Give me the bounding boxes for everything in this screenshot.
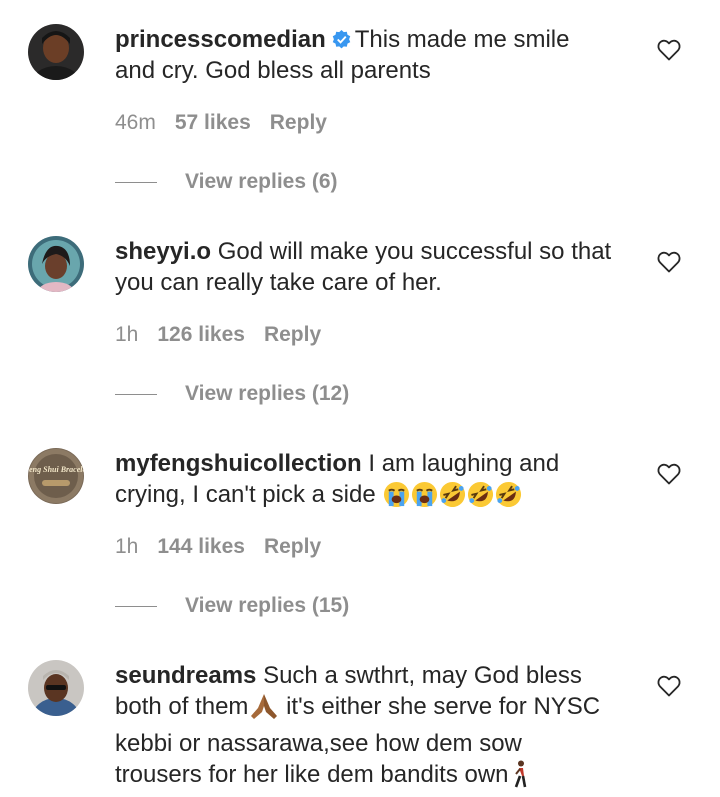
loudly-crying-face-icon [383, 481, 410, 516]
avatar[interactable] [28, 236, 84, 292]
view-replies-button[interactable]: View replies (15) [115, 594, 349, 618]
avatar[interactable]: Feng Shui Bracelet [28, 448, 84, 504]
comment-time: 1h [115, 535, 139, 558]
comment-body: seundreams Such a swthrt, may God bless … [115, 660, 615, 796]
comment-meta: 46m 57 likes Reply [115, 111, 346, 135]
view-replies-button[interactable]: View replies (12) [115, 382, 349, 406]
loudly-crying-face-icon [411, 481, 438, 516]
view-replies-label: View replies (6) [185, 170, 338, 193]
view-replies-button[interactable]: View replies (6) [115, 170, 338, 194]
likes-count[interactable]: 144 likes [157, 535, 245, 558]
username[interactable]: myfengshuicollection [115, 450, 362, 477]
reply-button[interactable]: Reply [270, 111, 327, 134]
heart-icon[interactable] [657, 463, 681, 485]
heart-icon[interactable] [657, 251, 681, 273]
rolling-on-floor-laughing-icon [439, 481, 466, 516]
avatar[interactable] [28, 660, 84, 716]
view-replies-label: View replies (12) [185, 382, 350, 405]
comment-body: myfengshuicollection I am laughing and c… [115, 448, 615, 516]
reply-button[interactable]: Reply [264, 323, 321, 346]
likes-count[interactable]: 126 likes [157, 323, 245, 346]
username[interactable]: seundreams [115, 662, 256, 689]
comment-meta: 1h 144 likes Reply [115, 535, 340, 559]
comment-time: 46m [115, 111, 156, 134]
heart-icon[interactable] [657, 39, 681, 61]
heart-icon[interactable] [657, 675, 681, 697]
divider-line [115, 605, 157, 607]
avatar[interactable] [28, 24, 84, 80]
divider-line [115, 393, 157, 395]
comment-body: princesscomedian This made me smile and c… [115, 24, 615, 86]
likes-count[interactable]: 57 likes [175, 111, 251, 134]
verified-badge-icon [332, 30, 350, 49]
rolling-on-floor-laughing-icon [467, 481, 494, 516]
comment-meta: 1h 126 likes Reply [115, 323, 340, 347]
view-replies-label: View replies (15) [185, 594, 350, 617]
person-walking-icon [510, 760, 530, 796]
folded-hands-icon [249, 692, 279, 728]
reply-button[interactable]: Reply [264, 535, 321, 558]
divider-line [115, 181, 157, 183]
username[interactable]: princesscomedian [115, 26, 326, 53]
comment-body: sheyyi.o God will make you successful so… [115, 236, 615, 298]
rolling-on-floor-laughing-icon [495, 481, 522, 516]
comment-time: 1h [115, 323, 139, 346]
username[interactable]: sheyyi.o [115, 238, 211, 265]
avatar-logo-text: Feng Shui Bracelet [28, 465, 84, 474]
